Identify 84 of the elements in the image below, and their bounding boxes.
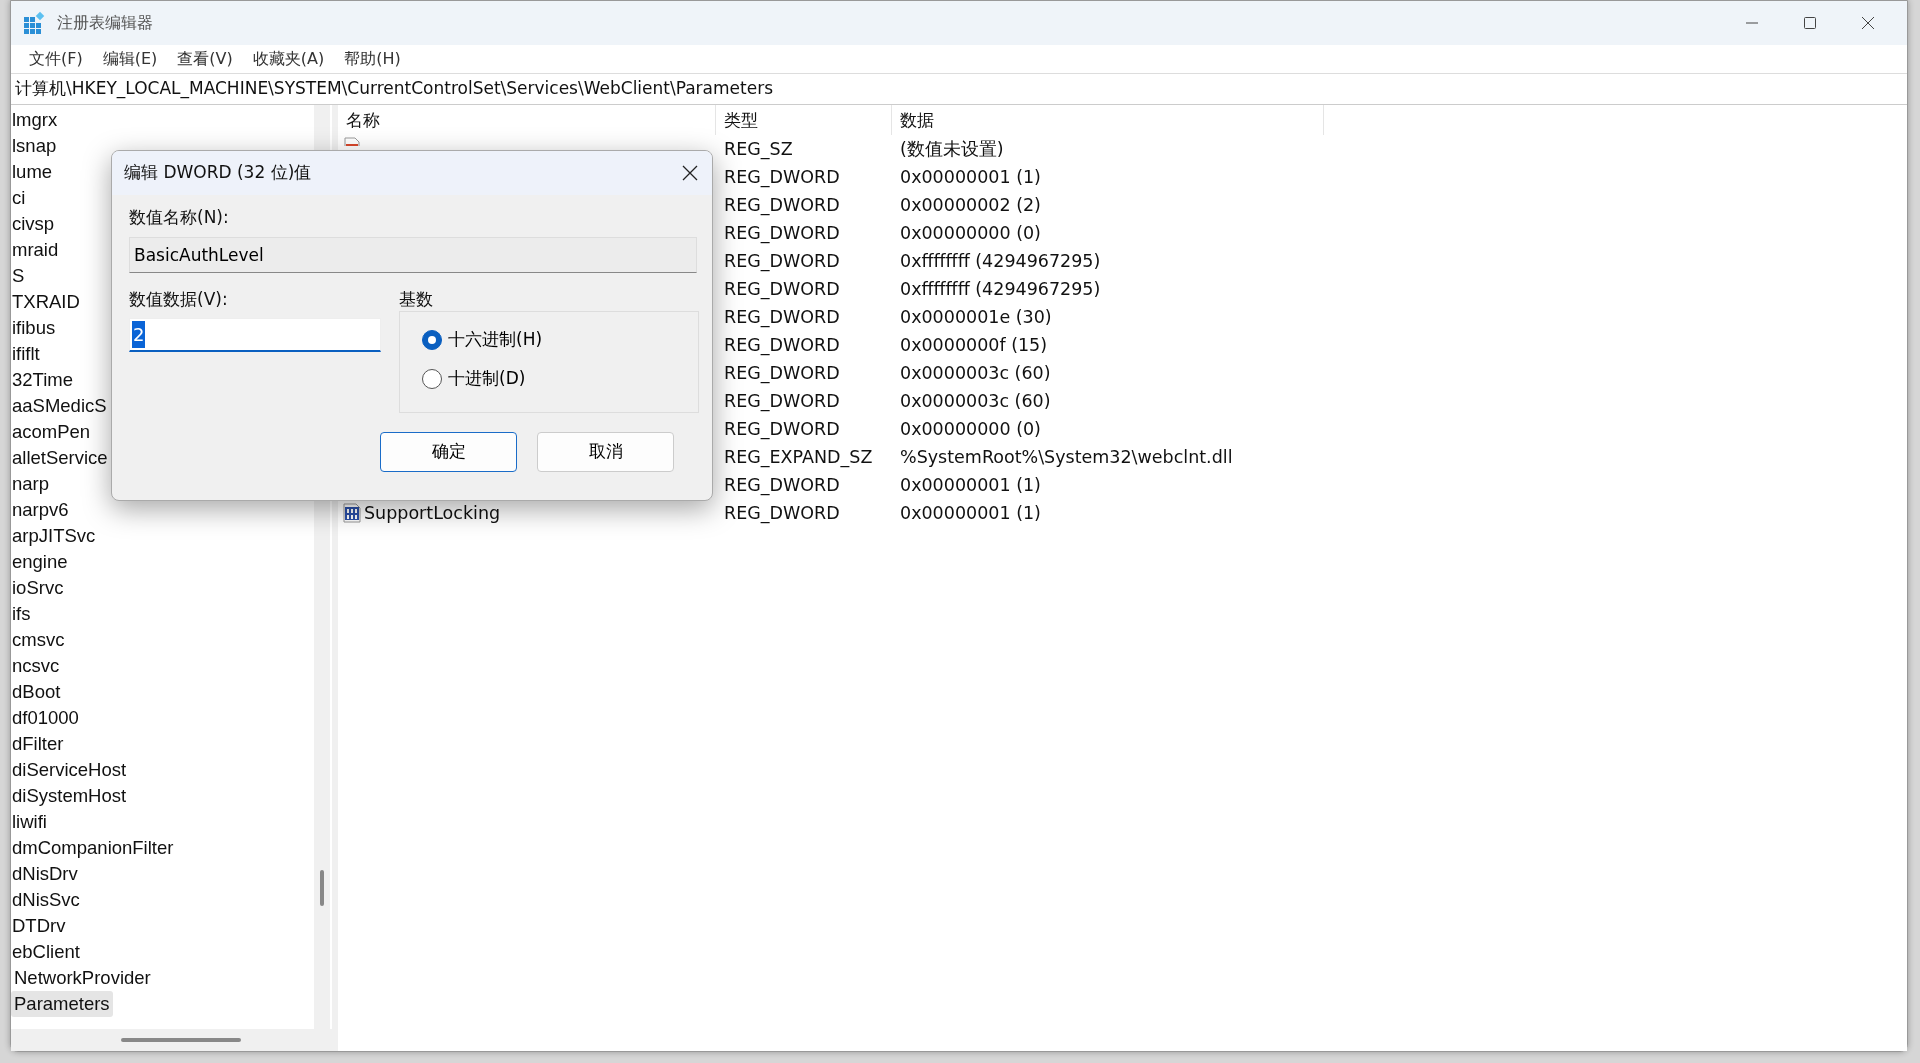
value-type: REG_DWORD [723,362,841,386]
value-type: REG_DWORD [723,166,841,190]
value-data: 0x00000001 (1) [899,474,1042,497]
tree-item[interactable]: liwifi [11,809,50,835]
value-data: 0xffffffff (4294967295) [899,278,1102,301]
tree-item[interactable]: cmsvc [11,627,68,653]
field-label: 数值名称(N): [129,206,230,229]
value-type: REG_DWORD [723,418,841,442]
value-type: REG_DWORD [723,474,841,498]
value-data: %SystemRoot%\System32\webclnt.dll [899,446,1234,469]
tree-item[interactable]: alletService [11,445,111,471]
value-type: REG_EXPAND_SZ [723,446,874,470]
column-header[interactable]: 类型 [716,105,892,135]
value-data: 0x0000000f (15) [899,334,1049,357]
tree-item[interactable]: ifs [11,601,34,627]
value-name[interactable]: SupportLocking [364,499,501,527]
menu-item[interactable]: 编辑(E) [92,47,168,71]
tree-item[interactable]: diServiceHost [11,757,130,783]
value-type: REG_DWORD [723,222,841,246]
tree-item[interactable]: ioSrvc [11,575,67,601]
value-data: 0x00000001 (1) [899,502,1042,525]
tree-item[interactable]: ififlt [11,341,43,367]
value-type: REG_DWORD [723,278,841,302]
menu-item[interactable]: 收藏夹(A) [242,47,335,71]
tree-item[interactable]: arpJITSvc [11,523,99,549]
value-data: 0x0000001e (30) [899,306,1053,329]
value-data-field[interactable]: 2 [129,318,381,352]
value-type: REG_DWORD [723,390,841,414]
tree-item[interactable]: diSystemHost [11,783,130,809]
tree-item[interactable]: dNisSvc [11,887,83,913]
tree-item[interactable]: S [11,263,28,289]
dialog-button[interactable]: 确定 [380,432,517,472]
value-type: REG_DWORD [723,306,841,330]
column-header[interactable]: 名称 [338,105,716,135]
group-label: 基数 [399,287,434,311]
value-type: REG_DWORD [723,334,841,358]
menu-item[interactable]: 帮助(H) [334,47,411,71]
value-data: 0x00000002 (2) [899,194,1042,217]
tree-item[interactable]: TXRAID [11,289,83,315]
tree-item[interactable]: 32Time [11,367,76,393]
tree-item[interactable]: ncsvc [11,653,63,679]
dialog-title: 编辑 DWORD (32 位)值 [124,161,313,185]
tree-item[interactable]: dFilter [11,731,67,757]
tree-item[interactable]: DTDrv [11,913,69,939]
tree-item[interactable]: ebClient [11,939,83,965]
value-type: REG_DWORD [723,194,841,218]
tree-item[interactable]: narpv6 [11,497,72,523]
value-data: 0x00000000 (0) [899,418,1042,441]
value-name-field[interactable]: BasicAuthLevel [129,236,697,273]
value-data: 0x00000000 (0) [899,222,1042,245]
value-data: 0x0000003c (60) [899,390,1052,413]
tree-item[interactable]: dBoot [11,679,64,705]
value-data: 0x00000001 (1) [899,166,1042,189]
field-label: 数值数据(V): [129,287,229,311]
radio-option[interactable]: 十进制(D) [422,365,526,393]
value-data: 0xffffffff (4294967295) [899,250,1102,273]
tree-item[interactable]: dmCompanionFilter [11,835,177,861]
tree-item[interactable]: NetworkProvider [11,965,154,991]
tree-item[interactable]: ifibus [11,315,59,341]
dialog-button[interactable]: 取消 [537,432,674,472]
tree-item[interactable]: acomPen [11,419,94,445]
value-data: 0x0000003c (60) [899,362,1052,385]
tree-item[interactable]: narp [11,471,53,497]
address-field[interactable]: 计算机\HKEY_LOCAL_MACHINE\SYSTEM\CurrentControlSet\Services\WebClient\Parameters [15,76,1907,102]
tree-item[interactable]: dNisDrv [11,861,81,887]
value-type: REG_DWORD [723,502,841,526]
value-type: REG_SZ [723,138,794,162]
tree-item[interactable]: lume [11,159,56,185]
radio-option[interactable]: 十六进制(H) [422,326,543,354]
tree-item[interactable]: engine [11,549,71,575]
tree-item[interactable]: df01000 [11,705,82,731]
value-data: (数值未设置) [899,138,1005,161]
menu-item[interactable]: 查看(V) [167,47,243,71]
column-header[interactable]: 数据 [892,105,1324,135]
menu-item[interactable]: 文件(F) [19,47,93,71]
tree-item[interactable]: lmgrx [11,107,61,133]
tree-item[interactable]: mraid [11,237,62,263]
tree-item[interactable]: ci [11,185,29,211]
tree-item[interactable]: Parameters [11,991,113,1017]
window-title: 注册表编辑器 [57,12,153,34]
tree-item[interactable]: aaSMedicS [11,393,110,419]
value-type: REG_DWORD [723,250,841,274]
tree-item[interactable]: lsnap [11,133,60,159]
tree-item[interactable]: civsp [11,211,58,237]
